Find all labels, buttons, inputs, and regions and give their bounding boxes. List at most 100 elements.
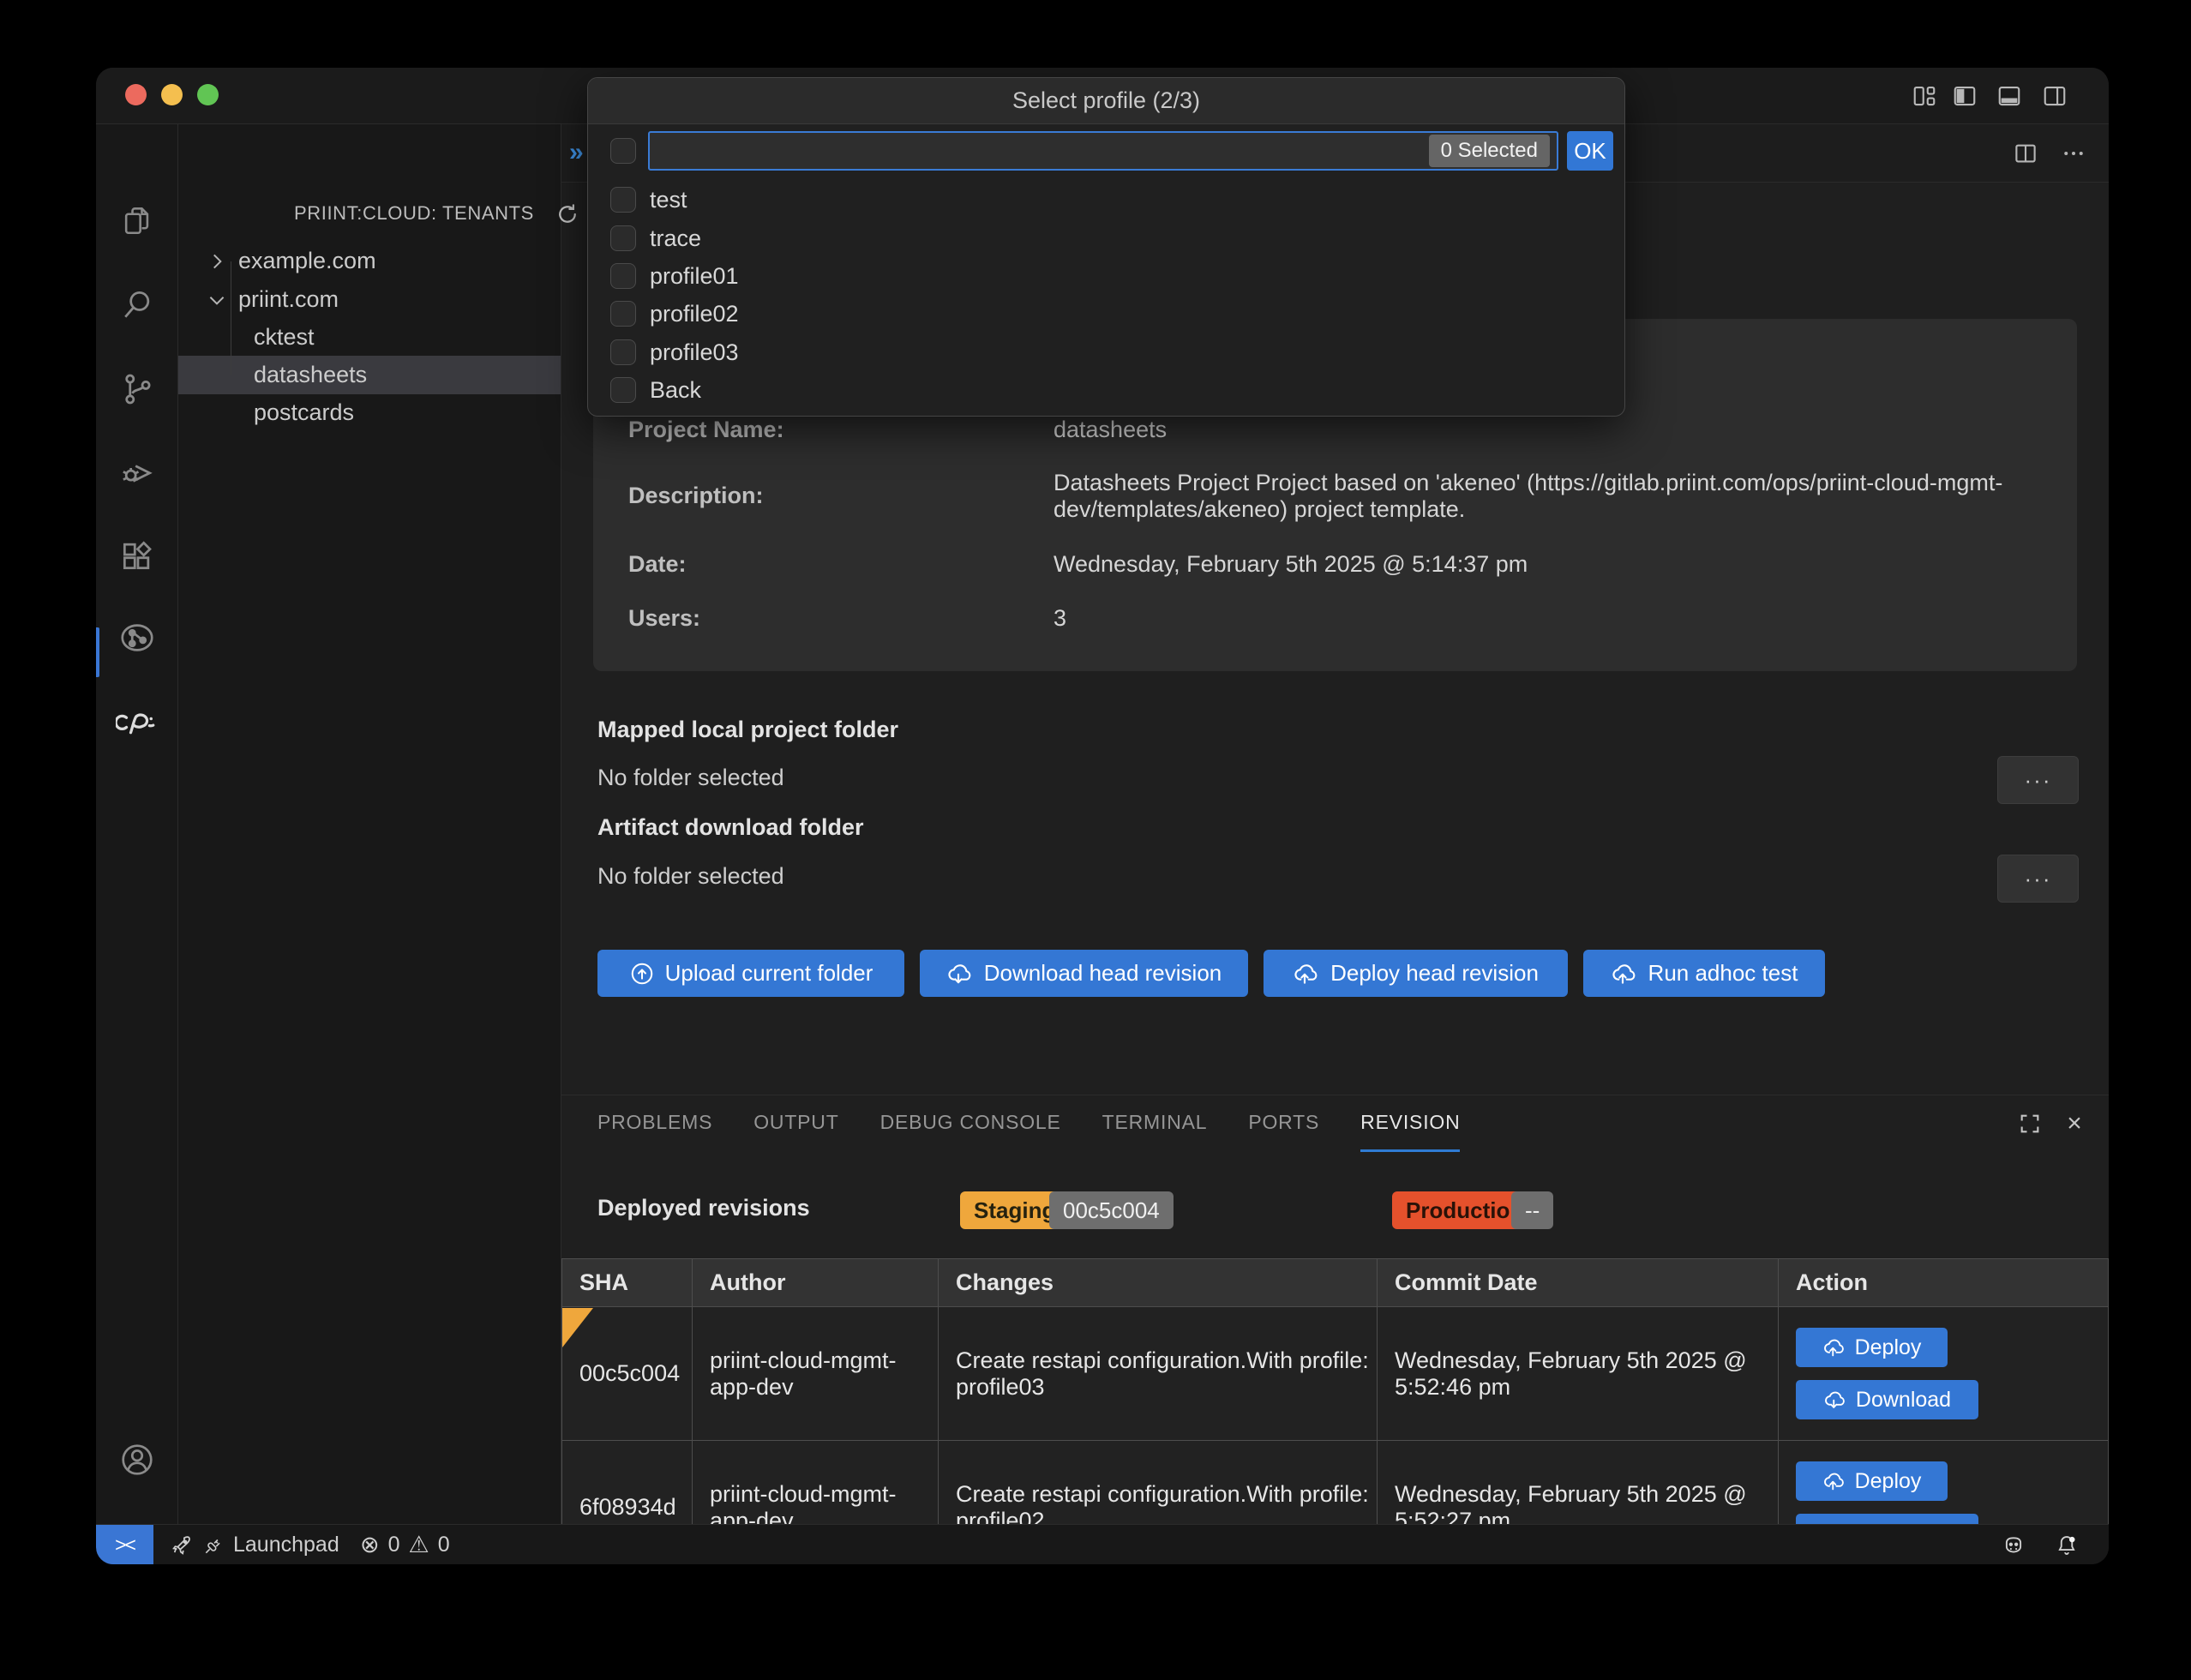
customize-layout-icon[interactable] bbox=[1908, 80, 1941, 112]
cloud-upload-icon bbox=[1822, 1335, 1846, 1359]
plug-icon bbox=[202, 1534, 225, 1557]
upload-current-folder-button[interactable]: Upload current folder bbox=[597, 950, 904, 997]
artifact-folder-more-button[interactable]: ··· bbox=[1997, 855, 2079, 903]
tree-item-cktest[interactable]: cktest bbox=[178, 318, 561, 357]
warning-count: 0 bbox=[438, 1533, 450, 1557]
production-sha-badge: -- bbox=[1511, 1191, 1553, 1229]
mapped-folder-more-button[interactable]: ··· bbox=[1997, 756, 2079, 804]
button-label: Download bbox=[1856, 1387, 1951, 1413]
chevron-down-icon bbox=[206, 289, 228, 311]
download-button[interactable]: Download bbox=[1796, 1514, 1978, 1524]
quick-pick-item-profile01[interactable]: profile01 bbox=[588, 257, 1624, 296]
toggle-all-checkbox[interactable] bbox=[610, 138, 636, 164]
remote-indicator[interactable]: >< bbox=[96, 1525, 153, 1564]
quick-pick-item-trace[interactable]: trace bbox=[588, 219, 1624, 258]
tab-ports[interactable]: PORTS bbox=[1248, 1095, 1319, 1152]
active-view-indicator bbox=[96, 627, 99, 677]
split-editor-icon[interactable] bbox=[2009, 137, 2042, 170]
run-debug-icon[interactable] bbox=[96, 441, 178, 501]
close-traffic-light[interactable] bbox=[125, 84, 147, 105]
tree-item-example-com[interactable]: example.com bbox=[178, 242, 561, 280]
deploy-head-revision-button[interactable]: Deploy head revision bbox=[1264, 950, 1568, 997]
item-label: test bbox=[650, 187, 687, 213]
deploy-button[interactable]: Deploy bbox=[1796, 1461, 1948, 1501]
priint-cloud-icon[interactable] bbox=[96, 691, 178, 751]
cell-sha: 6f08934d bbox=[561, 1441, 693, 1524]
tree-item-datasheets[interactable]: datasheets bbox=[178, 356, 561, 394]
mapped-folder-value: No folder selected bbox=[597, 765, 784, 791]
download-button[interactable]: Download bbox=[1796, 1380, 1978, 1419]
launchpad-status-item[interactable]: Launchpad bbox=[170, 1525, 339, 1564]
button-label: Run adhoc test bbox=[1648, 960, 1798, 987]
tab-terminal[interactable]: TERMINAL bbox=[1102, 1095, 1208, 1152]
copilot-status-item[interactable] bbox=[2001, 1525, 2026, 1564]
field-value: Datasheets Project Project based on 'ake… bbox=[1053, 470, 2039, 523]
toggle-secondary-sidebar-icon[interactable] bbox=[2038, 80, 2071, 112]
field-label: Date: bbox=[628, 551, 687, 578]
tab-problems[interactable]: PROBLEMS bbox=[597, 1095, 712, 1152]
item-checkbox[interactable] bbox=[610, 225, 636, 251]
refresh-icon[interactable] bbox=[553, 200, 582, 229]
tab-output[interactable]: OUTPUT bbox=[753, 1095, 838, 1152]
minimize-traffic-light[interactable] bbox=[161, 84, 183, 105]
item-checkbox[interactable] bbox=[610, 263, 636, 289]
copilot-icon bbox=[2001, 1533, 2026, 1558]
item-label: profile02 bbox=[650, 301, 739, 327]
item-label: profile01 bbox=[650, 263, 739, 290]
cloud-upload-icon bbox=[1293, 960, 1320, 987]
launchpad-label: Launchpad bbox=[233, 1533, 339, 1557]
breadcrumb-chevron-icon: » bbox=[569, 138, 584, 167]
cell-commit-date: Wednesday, February 5th 2025 @ 5:52:46 p… bbox=[1378, 1307, 1779, 1441]
field-label: Project Name: bbox=[628, 417, 784, 443]
download-head-revision-button[interactable]: Download head revision bbox=[920, 950, 1248, 997]
panel-maximize-icon[interactable] bbox=[2014, 1108, 2045, 1139]
activity-bar bbox=[96, 124, 178, 1524]
tab-debug-console[interactable]: DEBUG CONSOLE bbox=[880, 1095, 1061, 1152]
item-checkbox[interactable] bbox=[610, 339, 636, 365]
sidebar-title: PRIINT:CLOUD: TENANTS bbox=[294, 202, 534, 225]
item-checkbox[interactable] bbox=[610, 301, 636, 327]
tree-item-postcards[interactable]: postcards bbox=[178, 393, 561, 432]
toggle-panel-icon[interactable] bbox=[1993, 80, 2026, 112]
explorer-icon[interactable] bbox=[96, 191, 178, 251]
field-label: Description: bbox=[628, 483, 764, 509]
cell-author: priint-cloud-mgmt-app-dev bbox=[693, 1307, 939, 1441]
quick-pick-item-test[interactable]: test bbox=[588, 181, 1624, 219]
tree-item-priint-com[interactable]: priint.com bbox=[178, 280, 561, 319]
mapped-folder-heading: Mapped local project folder bbox=[597, 717, 898, 743]
quick-pick-item-back[interactable]: Back bbox=[588, 371, 1624, 410]
accounts-icon[interactable] bbox=[96, 1430, 178, 1490]
field-value: 3 bbox=[1053, 605, 2039, 632]
maximize-traffic-light[interactable] bbox=[197, 84, 219, 105]
ok-button[interactable]: OK bbox=[1567, 131, 1613, 171]
sidebar-tenants: PRIINT:CLOUD: TENANTS example.com priint… bbox=[178, 124, 561, 1524]
quick-pick-input[interactable]: 0 Selected bbox=[648, 131, 1558, 171]
tab-revision[interactable]: REVISION bbox=[1360, 1095, 1460, 1152]
quick-pick-item-profile03[interactable]: profile03 bbox=[588, 333, 1624, 372]
extensions-icon[interactable] bbox=[96, 525, 178, 585]
remote-targets-icon[interactable] bbox=[96, 608, 178, 668]
item-label: Back bbox=[650, 377, 701, 404]
run-adhoc-test-button[interactable]: Run adhoc test bbox=[1583, 950, 1825, 997]
table-header-row: SHA Author Changes Commit Date Action bbox=[561, 1258, 2109, 1307]
cloud-download-icon bbox=[946, 960, 974, 987]
rocket-icon bbox=[170, 1533, 194, 1557]
item-checkbox[interactable] bbox=[610, 187, 636, 213]
button-label: Download head revision bbox=[984, 960, 1222, 987]
source-control-icon[interactable] bbox=[96, 359, 178, 419]
problems-status-item[interactable]: ⊗ 0 ⚠ 0 bbox=[360, 1525, 450, 1564]
editor-more-actions-icon[interactable] bbox=[2057, 137, 2090, 170]
tree-item-label: datasheets bbox=[254, 362, 367, 388]
notifications-status-item[interactable] bbox=[2054, 1525, 2080, 1564]
bell-icon bbox=[2054, 1533, 2080, 1558]
search-icon[interactable] bbox=[96, 275, 178, 335]
panel-close-icon[interactable]: × bbox=[2059, 1108, 2090, 1139]
deploy-button[interactable]: Deploy bbox=[1796, 1328, 1948, 1367]
field-value: datasheets bbox=[1053, 417, 2039, 443]
cloud-upload-icon bbox=[1822, 1469, 1846, 1493]
tree-item-label: example.com bbox=[238, 248, 376, 274]
artifact-folder-value: No folder selected bbox=[597, 863, 784, 890]
toggle-primary-sidebar-icon[interactable] bbox=[1948, 80, 1981, 112]
item-checkbox[interactable] bbox=[610, 377, 636, 403]
quick-pick-item-profile02[interactable]: profile02 bbox=[588, 295, 1624, 333]
